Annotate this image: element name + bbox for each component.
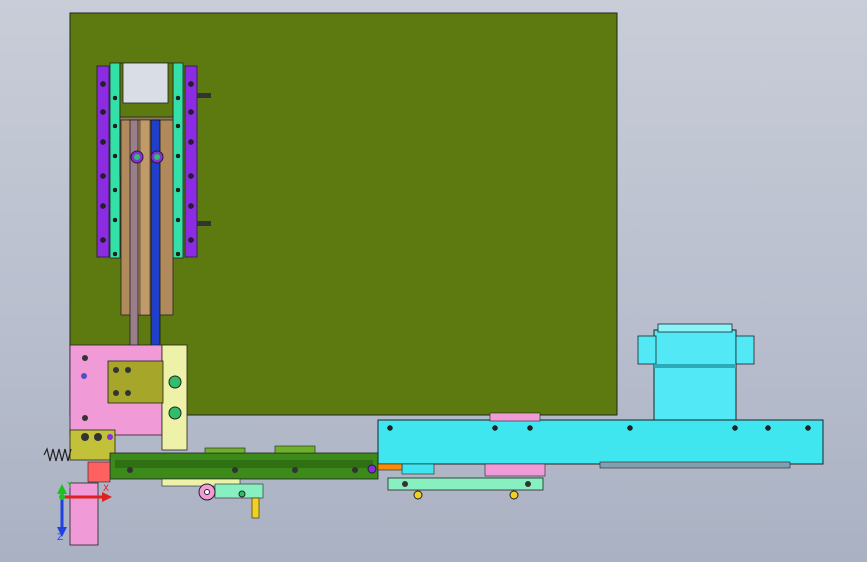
base-plate-screw[interactable] [387, 425, 393, 431]
triad-z-label: Z [57, 533, 64, 543]
mint-bracket[interactable] [214, 483, 264, 499]
triad-x-label: X [103, 484, 110, 494]
assembly-drawing[interactable] [0, 0, 867, 562]
rail-screw[interactable] [112, 95, 118, 101]
top-carriage-opening [122, 62, 169, 104]
olive-block-screw-1[interactable] [113, 367, 119, 373]
red-gripper[interactable] [87, 461, 111, 483]
rail-screw[interactable] [175, 153, 181, 159]
rail-screw[interactable] [112, 187, 118, 193]
cad-viewport[interactable]: X Y Z [0, 0, 867, 562]
rail-purple-right[interactable] [184, 65, 198, 258]
olive-block-screw-3[interactable] [125, 367, 131, 373]
rail-screw[interactable] [112, 153, 118, 159]
pink-block-screw-a[interactable] [82, 355, 88, 361]
rail-cyan-right[interactable] [172, 62, 184, 259]
base-plate-screw[interactable] [765, 425, 771, 431]
bracket-screw[interactable] [238, 490, 246, 498]
triad-origin [59, 494, 65, 500]
under-base-screw-1[interactable] [402, 481, 408, 487]
bracket-post[interactable] [251, 497, 260, 519]
rail-piece-1[interactable] [204, 447, 246, 454]
side-screw-top[interactable] [197, 93, 211, 98]
spring[interactable] [43, 447, 72, 462]
rail-screw[interactable] [188, 203, 194, 209]
rail-screw[interactable] [100, 173, 106, 179]
rail-screw[interactable] [175, 187, 181, 193]
rail-screw[interactable] [100, 139, 106, 145]
cylinder-flange-left[interactable] [637, 335, 657, 365]
rail-screw[interactable] [112, 217, 118, 223]
corner-screw-3[interactable] [107, 434, 113, 440]
rail-piece-2[interactable] [274, 445, 316, 454]
under-base-nut-1[interactable] [413, 490, 423, 500]
green-bar-inner [115, 460, 373, 468]
rail-screw[interactable] [175, 123, 181, 129]
green-bar-end-pin[interactable] [367, 464, 377, 474]
rail-screw[interactable] [100, 237, 106, 243]
rail-screw[interactable] [112, 123, 118, 129]
base-plate-screw[interactable] [732, 425, 738, 431]
rail-screw[interactable] [188, 139, 194, 145]
triad-y-arrow [57, 484, 67, 494]
cylinder-neck [654, 364, 736, 368]
rail-screw[interactable] [100, 81, 106, 87]
olive-block-screw-2[interactable] [113, 390, 119, 396]
light-yellow-block-upper[interactable] [161, 344, 188, 451]
rail-screw[interactable] [112, 251, 118, 257]
pink-spacer-under-plate[interactable] [489, 412, 541, 422]
cyan-base-lower [599, 461, 791, 469]
slide-rod-tan[interactable] [139, 119, 151, 316]
cylinder-flange-right[interactable] [735, 335, 755, 365]
green-bar-screw-4[interactable] [352, 467, 358, 473]
base-plate-screw[interactable] [527, 425, 533, 431]
pink-spacer-under-base[interactable] [484, 463, 546, 477]
corner-screw-2[interactable] [94, 433, 102, 441]
rail-screw[interactable] [188, 81, 194, 87]
green-bar-screw-3[interactable] [292, 467, 298, 473]
green-fitting-1[interactable] [168, 375, 182, 389]
pink-gripper-bottom[interactable] [69, 482, 99, 546]
rail-screw[interactable] [188, 237, 194, 243]
green-fitting-2[interactable] [168, 406, 182, 420]
rail-screw[interactable] [100, 203, 106, 209]
side-screw-bottom[interactable] [197, 221, 211, 226]
pink-block-dot [81, 373, 87, 379]
base-plate-screw[interactable] [627, 425, 633, 431]
green-bar-screw-1[interactable] [127, 467, 133, 473]
rail-screw[interactable] [175, 217, 181, 223]
base-plate-screw[interactable] [805, 425, 811, 431]
rail-cyan-left[interactable] [109, 62, 121, 259]
cylinder-cap[interactable] [657, 323, 733, 333]
under-base-nut-2[interactable] [509, 490, 519, 500]
triad-y-label: Y [67, 481, 73, 491]
green-bar-screw-2[interactable] [232, 467, 238, 473]
olive-block-screw-4[interactable] [125, 390, 131, 396]
rail-screw[interactable] [100, 109, 106, 115]
base-plate-screw[interactable] [492, 425, 498, 431]
rail-screw[interactable] [175, 95, 181, 101]
pink-block-screw-b[interactable] [82, 415, 88, 421]
olive-corner-block[interactable] [69, 429, 116, 461]
green-guide-bar-under-base[interactable] [387, 477, 544, 491]
rail-screw[interactable] [188, 109, 194, 115]
rail-screw[interactable] [188, 173, 194, 179]
corner-screw-1[interactable] [81, 433, 89, 441]
rail-purple-left[interactable] [96, 65, 110, 258]
cyan-base-plate[interactable] [377, 419, 824, 465]
carriage-pin-left-inner [134, 154, 140, 160]
cylinder-body[interactable] [653, 329, 737, 421]
cam-roller-pin [204, 489, 210, 495]
cyan-slider-under-base[interactable] [401, 463, 435, 475]
rail-screw[interactable] [175, 251, 181, 257]
orange-connector[interactable] [377, 463, 403, 471]
carriage-pin-right-inner [154, 154, 160, 160]
under-base-screw-2[interactable] [525, 481, 531, 487]
